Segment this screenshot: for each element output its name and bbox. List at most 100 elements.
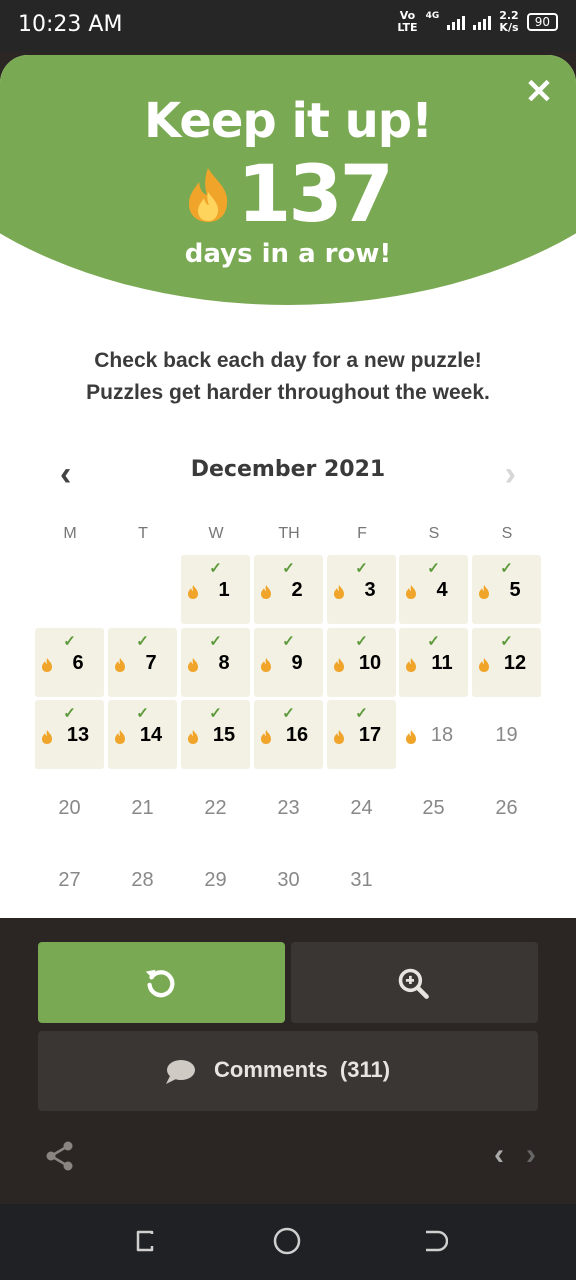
calendar-day[interactable]: 26	[472, 773, 541, 842]
next-month-button[interactable]: ›	[505, 455, 516, 494]
calendar-day[interactable]: ✓ 4	[399, 555, 468, 624]
comment-bubble-icon	[166, 1060, 195, 1084]
calendar-day[interactable]: ✓ 17	[327, 700, 396, 769]
calendar-day[interactable]: ✓ 3	[327, 555, 396, 624]
streak-dialog: ✕ Keep it up! 137 days in a row! Check b…	[0, 55, 576, 918]
calendar-day[interactable]: 22	[181, 773, 250, 842]
home-icon[interactable]	[272, 1226, 302, 1256]
calendar-day[interactable]: ✓ 11	[399, 628, 468, 697]
flame-icon	[261, 658, 271, 672]
day-number: 18	[430, 724, 454, 746]
comments-button[interactable]: Comments (311)	[38, 1031, 538, 1111]
calendar-day[interactable]: ✓ 1	[181, 555, 250, 624]
day-number: 11	[431, 652, 453, 674]
weekday-label: W	[208, 525, 224, 542]
check-icon: ✓	[209, 560, 222, 577]
calendar-day[interactable]: ✓ 9	[254, 628, 323, 697]
flame-icon	[334, 585, 344, 599]
status-time: 10:23 AM	[18, 12, 123, 37]
calendar-day[interactable]: 29	[181, 845, 250, 914]
flame-icon	[334, 730, 344, 744]
calendar-day[interactable]: ✓ 7	[108, 628, 177, 697]
calendar-day[interactable]: ✓ 10	[327, 628, 396, 697]
check-icon: ✓	[63, 705, 76, 722]
calendar-day[interactable]: ✓ 5	[472, 555, 541, 624]
flame-icon	[189, 168, 228, 222]
share-icon[interactable]	[44, 1140, 76, 1172]
day-number: 12	[503, 652, 527, 674]
day-number: 1	[218, 579, 230, 601]
system-nav-bar	[0, 1204, 576, 1280]
calendar-day[interactable]: 20	[35, 773, 104, 842]
check-icon: ✓	[282, 705, 295, 722]
prev-puzzle-button[interactable]: ‹	[494, 1138, 504, 1172]
restart-icon	[145, 969, 175, 998]
calendar-day[interactable]: 21	[108, 773, 177, 842]
calendar-day[interactable]: ✓ 15	[181, 700, 250, 769]
calendar-day[interactable]: ✓ 2	[254, 555, 323, 624]
volte-indicator: Vo LTE	[397, 9, 418, 34]
check-icon: ✓	[355, 560, 368, 577]
day-number: 9	[291, 652, 303, 674]
flame-icon	[406, 730, 416, 744]
streak-subtitle: days in a row!	[184, 239, 392, 269]
streak-count: 137	[0, 153, 576, 237]
day-number: 16	[285, 724, 309, 746]
review-button[interactable]	[291, 942, 538, 1023]
day-number: 10	[358, 652, 382, 674]
recent-apps-icon[interactable]	[130, 1226, 160, 1256]
calendar-day[interactable]: ✓ 6	[35, 628, 104, 697]
check-icon: ✓	[500, 633, 513, 650]
calendar-day[interactable]: ✓ 12	[472, 628, 541, 697]
battery-icon: 90	[526, 13, 558, 31]
dialog-title: Keep it up!	[143, 93, 433, 149]
calendar-day[interactable]: 27	[35, 845, 104, 914]
flame-icon	[42, 730, 52, 744]
calendar-day[interactable]: ✓ 8	[181, 628, 250, 697]
flame-icon	[188, 585, 198, 599]
speed-indicator: 2.2 K/s	[499, 9, 519, 34]
restart-button[interactable]	[38, 942, 285, 1023]
day-number: 25	[422, 797, 445, 819]
calendar-day[interactable]: 25	[399, 773, 468, 842]
check-icon: ✓	[209, 705, 222, 722]
calendar-day[interactable]: 18	[399, 700, 468, 769]
day-number: 24	[350, 797, 373, 819]
calendar-day[interactable]: ✓ 14	[108, 700, 177, 769]
check-icon: ✓	[427, 633, 440, 650]
day-number: 23	[277, 797, 300, 819]
streak-number: 137	[237, 150, 394, 240]
next-puzzle-button[interactable]: ›	[526, 1138, 536, 1172]
day-number: 15	[212, 724, 236, 746]
calendar-day[interactable]: 19	[472, 700, 541, 769]
info-message: Check back each day for a new puzzle! Pu…	[86, 349, 490, 404]
day-number: 26	[495, 797, 518, 819]
calendar-day[interactable]: 31	[327, 845, 396, 914]
weekday-label: S	[428, 525, 440, 542]
calendar-day[interactable]: 24	[327, 773, 396, 842]
day-number: 21	[131, 797, 154, 819]
calendar-day[interactable]: 28	[108, 845, 177, 914]
calendar-day[interactable]: ✓ 16	[254, 700, 323, 769]
signal-icon	[473, 14, 492, 30]
day-number: 8	[218, 652, 230, 674]
day-number: 22	[204, 797, 227, 819]
weekday-label: M	[63, 525, 77, 542]
check-icon: ✓	[282, 633, 295, 650]
day-number: 14	[139, 724, 163, 746]
calendar-day[interactable]: 23	[254, 773, 323, 842]
check-icon: ✓	[355, 705, 368, 722]
day-number: 27	[58, 869, 81, 891]
check-icon: ✓	[63, 633, 76, 650]
flame-icon	[334, 658, 344, 672]
bottom-toolbar: Comments (311) ‹ ›	[0, 918, 576, 1204]
flame-icon	[406, 585, 416, 599]
day-number: 28	[131, 869, 154, 891]
weekday-label: TH	[278, 525, 300, 542]
calendar-day[interactable]: 30	[254, 845, 323, 914]
calendar-day[interactable]: ✓ 13	[35, 700, 104, 769]
calendar-nav: ‹ December 2021 ›	[0, 453, 576, 493]
back-icon[interactable]	[418, 1226, 448, 1256]
network-gen: 4G	[425, 11, 440, 21]
flame-icon	[188, 658, 198, 672]
